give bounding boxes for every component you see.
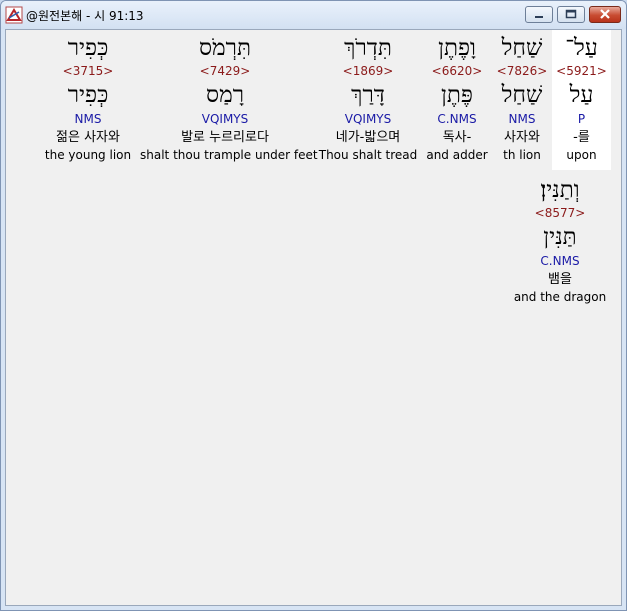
- lemma-word: תַּנִּין: [543, 224, 577, 250]
- window-title: @원전본해 - 시 91:13: [26, 9, 144, 23]
- korean-gloss: 발로 누르리로다: [181, 130, 269, 145]
- word-column[interactable]: וָפֶתֶן <6620> פֶּתֶן C.NMS 독사- and adde…: [424, 30, 490, 170]
- strong-number[interactable]: <3715>: [44, 64, 132, 78]
- english-gloss: th lion: [503, 148, 541, 162]
- parsing-code: P: [577, 112, 586, 126]
- lemma-word: עַל: [569, 82, 594, 108]
- minimize-icon: [535, 16, 543, 18]
- app-window: @원전본해 - 시 91:13 עַל־ <5921> עַל P -를 upo…: [0, 0, 627, 611]
- strong-number[interactable]: <8577>: [512, 206, 608, 220]
- english-gloss: the young lion: [44, 148, 132, 162]
- strong-number[interactable]: <1869>: [318, 64, 418, 78]
- close-button[interactable]: [589, 6, 621, 23]
- hebrew-word: וְתַנִּין׃: [540, 177, 580, 203]
- maximize-icon: [565, 9, 577, 19]
- strong-number[interactable]: <6620>: [424, 64, 490, 78]
- lemma-word: שַׁחַל: [501, 82, 543, 108]
- bible-app-icon: [5, 6, 23, 24]
- english-gloss: and adder: [426, 148, 488, 162]
- lemma-word: כְּפִיר: [67, 82, 109, 108]
- english-gloss: and the dragon: [513, 290, 607, 304]
- word-column[interactable]: שַׁחַל <7826> שַׁחַל NMS 사자와 th lion: [496, 30, 548, 170]
- strong-number[interactable]: <5921>: [552, 64, 611, 78]
- interlinear-panel: עַל־ <5921> עַל P -를 upon שַׁחַל <7826> …: [5, 29, 622, 606]
- english-gloss: upon: [566, 148, 597, 162]
- korean-gloss: 네가-밟으며: [335, 130, 401, 145]
- korean-gloss: 뱀을: [548, 272, 572, 287]
- parsing-code: NMS: [508, 112, 536, 126]
- english-gloss: shalt thou trample under feet: [140, 148, 318, 162]
- hebrew-word: תִּרְמֹס: [198, 35, 252, 61]
- hebrew-word: עַל־: [565, 35, 598, 61]
- korean-gloss: 사자와: [504, 130, 540, 145]
- korean-gloss: 독사-: [442, 130, 472, 145]
- word-column[interactable]: תִּדְרֹךְ <1869> דָּרַךְ VQIMYS 네가-밟으며 T…: [318, 30, 418, 170]
- title-bar[interactable]: @원전본해 - 시 91:13: [1, 1, 626, 29]
- minimize-button[interactable]: [525, 6, 553, 23]
- parsing-code: NMS: [74, 112, 102, 126]
- korean-gloss: 젊은 사자와: [56, 130, 120, 145]
- word-column[interactable]: וְתַנִּין׃ <8577> תַּנִּין C.NMS 뱀을 and …: [512, 172, 608, 312]
- strong-number[interactable]: <7826>: [496, 64, 548, 78]
- strong-number[interactable]: <7429>: [140, 64, 310, 78]
- parsing-code: C.NMS: [437, 112, 477, 126]
- korean-gloss: -를: [573, 130, 590, 145]
- english-gloss: Thou shalt tread: [318, 148, 418, 162]
- lemma-word: רָמַס: [205, 82, 244, 108]
- hebrew-word: וָפֶתֶן: [438, 35, 476, 61]
- maximize-button[interactable]: [557, 6, 585, 23]
- word-column[interactable]: עַל־ <5921> עַל P -를 upon: [552, 30, 611, 170]
- lemma-word: פֶּתֶן: [441, 82, 473, 108]
- parsing-code: VQIMYS: [344, 112, 392, 126]
- hebrew-word: שַׁחַל: [501, 35, 543, 61]
- hebrew-word: כְּפִיר: [67, 35, 109, 61]
- parsing-code: VQIMYS: [201, 112, 249, 126]
- hebrew-word: תִּדְרֹךְ: [344, 35, 392, 61]
- close-icon: [600, 9, 610, 19]
- word-column[interactable]: תִּרְמֹס <7429> רָמַס VQIMYS 발로 누르리로다 sh…: [140, 30, 318, 170]
- lemma-word: דָּרַךְ: [351, 82, 385, 108]
- parsing-code: C.NMS: [540, 254, 580, 268]
- word-column[interactable]: כְּפִיר <3715> כְּפִיר NMS 젊은 사자와 the yo…: [44, 30, 132, 170]
